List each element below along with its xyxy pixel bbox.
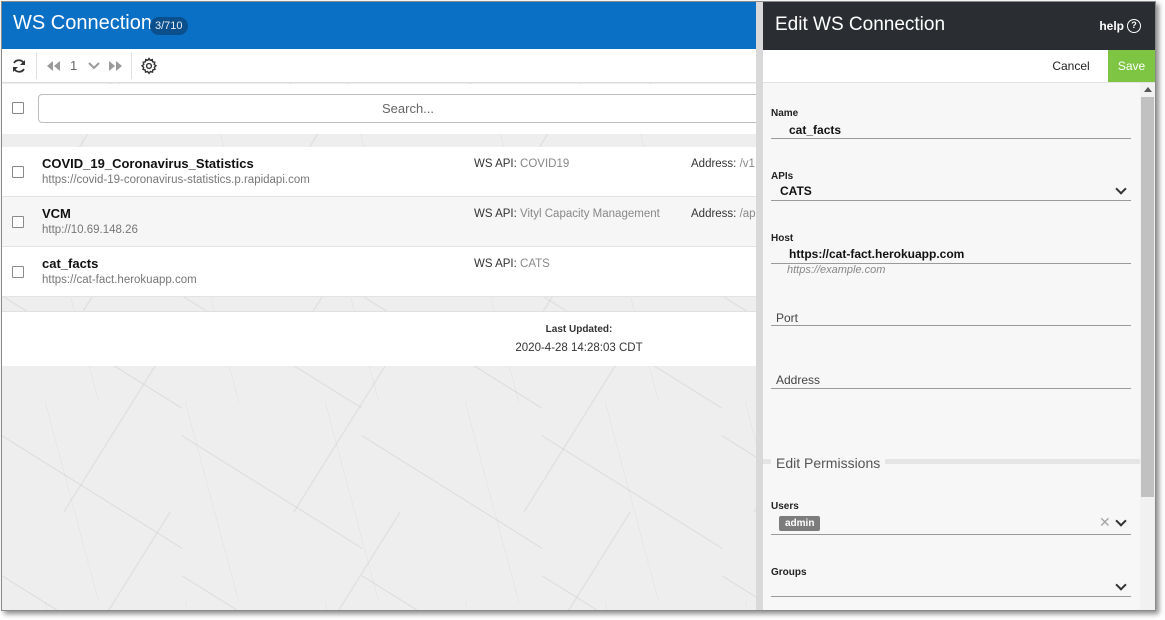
app-window: WS Connections 3/710 1 Search... COVID_1…: [1, 1, 1156, 611]
last-updated-footer: Last Updated: 2020-4-28 14:28:03 CDT: [2, 311, 756, 366]
connection-name[interactable]: VCM: [42, 206, 71, 221]
row-checkbox[interactable]: [12, 166, 24, 178]
host-label: Host: [771, 233, 794, 244]
list-header: WS Connections 3/710: [2, 2, 756, 49]
connection-name[interactable]: COVID_19_Coronavirus_Statistics: [42, 156, 254, 171]
chevron-down-icon[interactable]: [1115, 183, 1127, 195]
api-value: COVID19: [520, 158, 570, 170]
refresh-button[interactable]: [6, 49, 32, 83]
api-label: WS API:: [474, 158, 517, 170]
apis-select-underline: [771, 200, 1131, 201]
chevron-down-icon[interactable]: [1115, 515, 1127, 527]
double-chevron-right-icon: [109, 61, 122, 71]
help-link[interactable]: help ?: [1099, 19, 1141, 33]
port-input[interactable]: Port: [776, 311, 798, 325]
panel-title: Edit WS Connection: [775, 14, 946, 35]
gear-icon: [140, 57, 158, 75]
port-input-underline: [771, 325, 1131, 326]
connection-url: http://10.69.148.26: [42, 224, 138, 236]
apis-select[interactable]: CATS: [780, 184, 812, 198]
scroll-up-icon[interactable]: [1144, 87, 1152, 92]
search-row: Search...: [2, 84, 756, 134]
search-input[interactable]: Search...: [38, 94, 756, 123]
address-value: /v1: [739, 158, 755, 170]
double-chevron-left-icon: [47, 61, 60, 71]
toolbar-separator: [36, 53, 37, 79]
chevron-down-icon: [88, 62, 100, 70]
address-label: Address:: [691, 158, 737, 170]
select-all-checkbox[interactable]: [12, 102, 24, 114]
api-label: WS API:: [474, 258, 517, 270]
panel-header: Edit WS Connection help ?: [763, 2, 1155, 50]
connection-name[interactable]: cat_facts: [42, 256, 98, 271]
row-checkbox[interactable]: [12, 216, 24, 228]
connection-url: https://covid-19-coronavirus-statistics.…: [42, 174, 310, 186]
next-page-button[interactable]: [105, 49, 127, 83]
users-label: Users: [771, 501, 799, 512]
address-label: Address:: [691, 208, 737, 220]
connection-api: WS API: CATS: [474, 258, 550, 270]
settings-button[interactable]: [137, 49, 161, 83]
panel-actions: Cancel Save: [763, 50, 1155, 83]
row-checkbox[interactable]: [12, 266, 24, 278]
host-input[interactable]: https://cat-fact.herokuapp.com: [789, 247, 964, 261]
address-input[interactable]: Address: [776, 373, 820, 387]
groups-select-underline: [771, 596, 1131, 597]
page-dropdown[interactable]: [86, 49, 102, 83]
connection-api: WS API: COVID19: [474, 158, 569, 170]
host-hint: https://example.com: [787, 264, 886, 276]
table-row[interactable]: cat_facts https://cat-fact.herokuapp.com…: [2, 247, 756, 297]
save-button[interactable]: Save: [1108, 50, 1155, 82]
api-label: WS API:: [474, 208, 517, 220]
page-title: WS Connections: [13, 12, 162, 34]
api-value: CATS: [520, 258, 550, 270]
users-select-underline: [771, 534, 1131, 535]
scrollbar-thumb[interactable]: [1141, 97, 1154, 497]
connection-address: Address: /api: [691, 208, 756, 220]
connection-url: https://cat-fact.herokuapp.com: [42, 274, 197, 286]
refresh-icon: [13, 59, 25, 73]
help-label: help: [1099, 19, 1124, 33]
chevron-down-icon[interactable]: [1115, 579, 1127, 591]
address-value: /api: [739, 208, 756, 220]
permissions-section-header: Edit Permissions: [763, 455, 1140, 472]
close-icon[interactable]: ✕: [1099, 514, 1111, 531]
groups-label: Groups: [771, 567, 807, 578]
table-row[interactable]: COVID_19_Coronavirus_Statistics https://…: [2, 147, 756, 197]
previous-page-button[interactable]: [42, 49, 64, 83]
last-updated-value: 2020-4-28 14:28:03 CDT: [515, 342, 643, 354]
question-circle-icon: ?: [1127, 19, 1141, 33]
name-input-underline: [771, 138, 1131, 139]
last-updated-label: Last Updated:: [545, 324, 613, 335]
address-input-underline: [771, 388, 1131, 389]
connections-list: COVID_19_Coronavirus_Statistics https://…: [2, 147, 756, 297]
connections-list-pane: WS Connections 3/710 1 Search... COVID_1…: [2, 2, 756, 610]
edit-connection-panel: Edit WS Connection help ? Cancel Save Na…: [763, 2, 1155, 610]
connection-address: Address: /v1: [691, 158, 755, 170]
toolbar-separator: [131, 53, 132, 79]
table-row[interactable]: VCM http://10.69.148.26 WS API: Vityl Ca…: [2, 197, 756, 247]
pane-divider[interactable]: [756, 2, 763, 610]
connection-api: WS API: Vityl Capacity Management: [474, 208, 660, 220]
count-badge: 3/710: [150, 17, 188, 35]
user-chip[interactable]: admin: [779, 516, 821, 531]
list-toolbar: 1: [2, 49, 756, 83]
apis-label: APIs: [771, 171, 794, 182]
section-title: Edit Permissions: [771, 455, 886, 471]
name-input[interactable]: cat_facts: [789, 123, 841, 137]
page-number[interactable]: 1: [70, 58, 77, 73]
name-label: Name: [771, 108, 799, 119]
api-value: Vityl Capacity Management: [520, 208, 660, 220]
cancel-button[interactable]: Cancel: [1043, 50, 1099, 82]
